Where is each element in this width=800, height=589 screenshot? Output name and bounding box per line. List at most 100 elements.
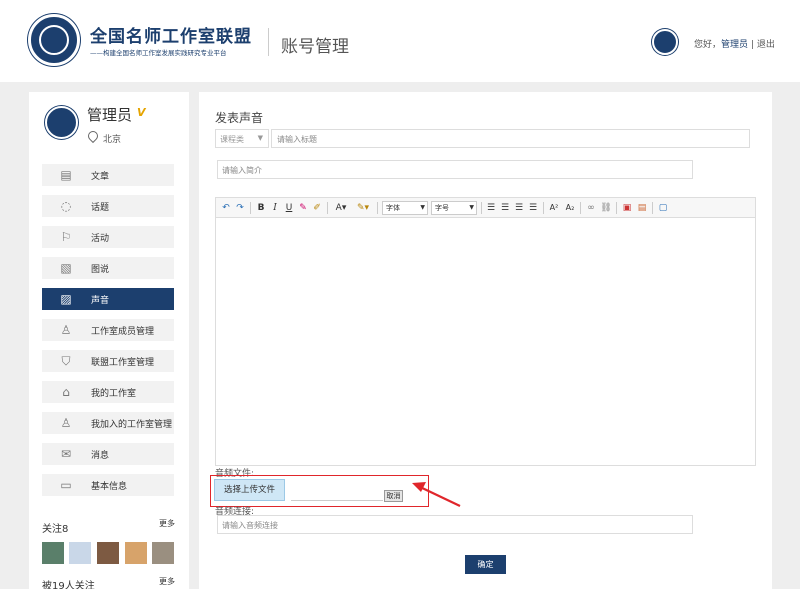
add-user-icon: ♙ [60,416,72,430]
sidebar-item-label: 文章 [91,172,110,182]
shield-icon: ⛉ [61,354,71,368]
following-avatar[interactable] [97,542,119,564]
font-size-value: 字号 [435,204,449,212]
subscript-icon[interactable]: A₂ [564,202,576,214]
sidebar-item-label: 消息 [91,451,110,461]
user-avatar[interactable] [652,29,678,55]
sidebar-item[interactable]: ♙ 我加入的工作室管理 [42,412,174,434]
profile-avatar[interactable] [45,106,78,139]
followers-more-link[interactable]: 更多 [159,576,175,587]
sidebar-item-label: 我的工作室 [91,389,137,399]
sidebar-item[interactable]: ◌ 话题 [42,195,174,217]
toolbar-divider [580,202,581,214]
chevron-down-icon: ▼ [257,134,263,142]
sidebar: 管理员 V 北京 ▤ 文章 ◌ 话题 ⚐ 活动 ▧ 图说 ▨ 声音 ♙ 工作室成员管理 ⛉ 联盟工作室管理… [29,92,189,589]
toolbar-divider [616,202,617,214]
highlight-color-icon[interactable]: ✎▾ [353,202,373,214]
editor-toolbar: ↶ ↷ B I U ✎ ✐ A▾ ✎▾ 字体 ▼ 字号 ▼ ☰ ☰ ☰ ☰ A² [216,198,755,218]
sidebar-item[interactable]: ⌂ 我的工作室 [42,381,174,403]
toolbar-divider [250,202,251,214]
align-justify-icon[interactable]: ☰ [528,202,538,214]
mail-icon: ✉ [60,447,72,461]
following-title: 关注8 [42,524,69,535]
following-avatar[interactable] [69,542,91,564]
chevron-down-icon: ▼ [420,204,425,211]
header-divider [268,28,269,56]
toolbar-divider [543,202,544,214]
form-heading: 发表声音 [215,111,264,125]
insert-media-icon[interactable]: ▤ [636,202,648,214]
sidebar-item[interactable]: ✉ 消息 [42,443,174,465]
main-panel: 发表声音 课程类 ▼ 请输入标题 请输入简介 ↶ ↷ B I U ✎ ✐ A▾ … [199,92,772,589]
link-icon[interactable]: ∞ [585,202,597,214]
font-family-select[interactable]: 字体 ▼ [382,201,428,215]
sidebar-item[interactable]: ▨ 声音 [42,288,174,310]
sidebar-item[interactable]: ▤ 文章 [42,164,174,186]
profile-name: 管理员 [87,106,133,124]
insert-image-icon[interactable]: ▣ [621,202,633,214]
superscript-icon[interactable]: A² [548,202,560,214]
toolbar-divider [652,202,653,214]
eraser-icon[interactable]: ✎ [298,202,308,214]
image-icon: ▧ [60,261,72,275]
sidebar-item-label: 话题 [91,203,110,213]
undo-icon[interactable]: ↶ [221,202,231,214]
top-header: 全国名师工作室联盟 ——构建全国名师工作室发展实践研究专业平台 账号管理 您好，… [0,0,800,82]
title-input[interactable]: 请输入标题 [271,129,750,148]
user-name-link[interactable]: 管理员 [721,40,748,50]
insert-file-icon[interactable]: ▢ [657,202,669,214]
font-size-select[interactable]: 字号 ▼ [431,201,477,215]
cancel-upload-button[interactable]: 取消 [384,490,403,502]
category-select[interactable]: 课程类 ▼ [215,129,269,148]
document-icon: ▤ [60,168,72,182]
sidebar-item-label: 基本信息 [91,482,128,492]
sidebar-item[interactable]: ⚐ 活动 [42,226,174,248]
following-avatar[interactable] [152,542,174,564]
align-left-icon[interactable]: ☰ [486,202,496,214]
intro-input[interactable]: 请输入简介 [217,160,693,179]
upload-file-button[interactable]: 选择上传文件 [214,479,285,501]
redo-icon[interactable]: ↷ [235,202,245,214]
toolbar-divider [327,202,328,214]
align-center-icon[interactable]: ☰ [500,202,510,214]
align-right-icon[interactable]: ☰ [514,202,524,214]
sidebar-item-label: 工作室成员管理 [91,327,155,337]
sidebar-item-label: 我加入的工作室管理 [91,420,173,430]
file-name-field [291,489,383,501]
following-avatar[interactable] [125,542,147,564]
flag-icon: ⚐ [60,230,72,244]
following-more-link[interactable]: 更多 [159,518,175,529]
site-title[interactable]: 全国名师工作室联盟 [90,22,252,47]
rich-text-editor[interactable]: ↶ ↷ B I U ✎ ✐ A▾ ✎▾ 字体 ▼ 字号 ▼ ☰ ☰ ☰ ☰ A² [215,197,756,466]
profile-location: 北京 [103,135,122,145]
category-value: 课程类 [220,135,244,144]
confirm-button[interactable]: 确定 [465,555,506,574]
chat-bubble-icon: ◌ [60,199,72,213]
id-card-icon: ▭ [60,478,72,492]
alliance-logo-icon[interactable] [28,14,80,66]
italic-button[interactable]: I [270,202,280,214]
site-subtitle: ——构建全国名师工作室发展实践研究专业平台 [90,49,227,57]
font-family-value: 字体 [386,204,400,212]
chevron-down-icon: ▼ [469,204,474,211]
sidebar-item[interactable]: ▭ 基本信息 [42,474,174,496]
sidebar-item[interactable]: ♙ 工作室成员管理 [42,319,174,341]
bold-button[interactable]: B [256,202,266,214]
audio-link-input[interactable]: 请输入音频连接 [217,515,693,534]
sidebar-item[interactable]: ▧ 图说 [42,257,174,279]
format-brush-icon[interactable]: ✐ [312,202,322,214]
logout-link[interactable]: 退出 [757,40,775,50]
following-avatar[interactable] [42,542,64,564]
vip-badge-icon: V [137,106,146,119]
page-title: 账号管理 [281,37,349,57]
sidebar-item-label: 声音 [91,296,110,306]
followers-title: 被19人关注 [42,581,95,589]
unlink-icon[interactable]: ⛓ [600,202,612,214]
underline-button[interactable]: U [284,202,294,214]
sidebar-item[interactable]: ⛉ 联盟工作室管理 [42,350,174,372]
sidebar-item-label: 图说 [91,265,110,275]
font-color-icon[interactable]: A▾ [332,202,350,214]
greeting-text: 您好， [694,40,722,50]
toolbar-divider [377,202,378,214]
toolbar-divider [481,202,482,214]
